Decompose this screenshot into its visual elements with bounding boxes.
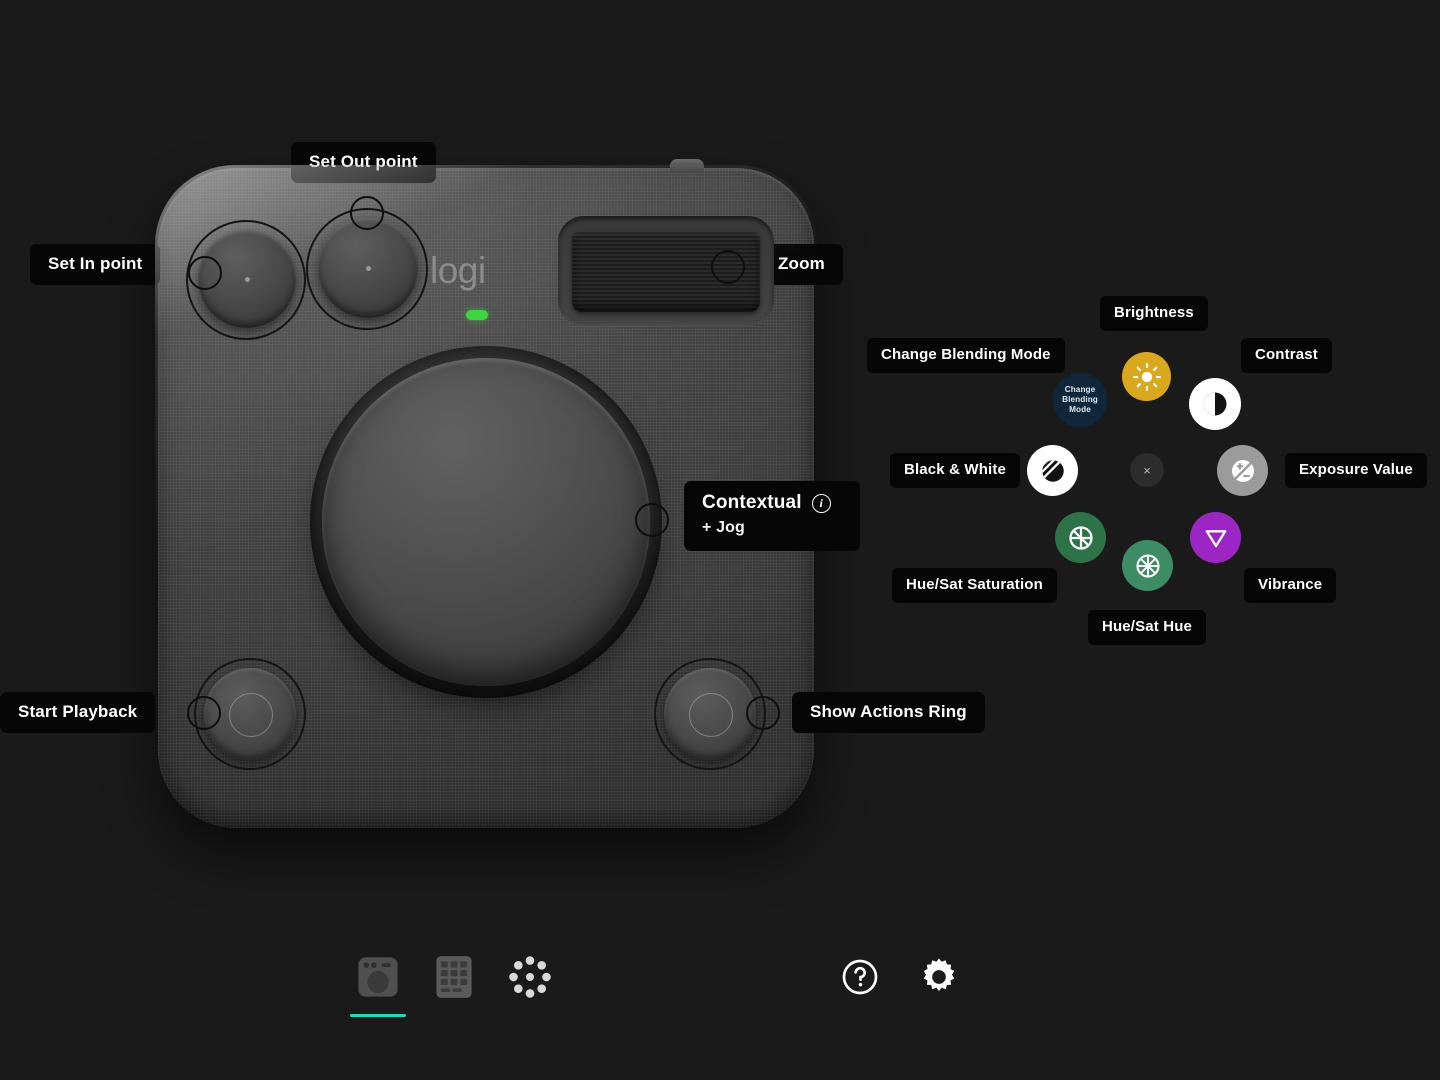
info-icon[interactable]: i <box>811 493 831 513</box>
callout-set-in-point-label: Set In point <box>48 254 143 273</box>
ring-label-brightness[interactable]: Brightness <box>1100 296 1208 331</box>
ring-label-brightness-text: Brightness <box>1114 304 1194 321</box>
hotspot-set-in-point[interactable] <box>188 256 222 290</box>
logi-logo: logi <box>430 250 486 291</box>
ring-label-vibrance[interactable]: Vibrance <box>1244 568 1337 603</box>
ring-label-change-blending-mode[interactable]: Change Blending Mode <box>867 338 1065 373</box>
ring-node-exposure-value[interactable] <box>1217 445 1268 496</box>
ring-label-hue-sat-hue[interactable]: Hue/Sat Hue <box>1088 610 1207 645</box>
callout-set-out-point[interactable]: Set Out point <box>291 142 436 183</box>
close-icon-glyph: × <box>1143 462 1151 478</box>
ring-node-vibrance[interactable] <box>1190 512 1241 563</box>
ring-node-brightness[interactable] <box>1122 352 1171 401</box>
ring-label-hue-sat-saturation[interactable]: Hue/Sat Saturation <box>892 568 1057 603</box>
callout-contextual-row: Contextual i <box>702 491 844 515</box>
ring-label-hue-sat-hue-text: Hue/Sat Hue <box>1102 618 1193 635</box>
bottom-toolbar <box>0 935 1440 1025</box>
actions-ring-close-icon[interactable]: × <box>1130 453 1164 487</box>
callout-set-in-point[interactable]: Set In point <box>30 244 161 285</box>
color-wheel-8-spoke-icon <box>1135 553 1160 578</box>
callout-contextual-sublabel: + Jog <box>702 519 745 537</box>
gear-icon <box>923 958 955 991</box>
black-white-striped-circle-icon <box>1041 459 1064 482</box>
callout-zoom-label: Zoom <box>778 254 825 273</box>
ring-node-hue-sat-saturation[interactable] <box>1055 512 1106 563</box>
triangle-down-icon <box>1205 529 1226 547</box>
hotspot-zoom[interactable] <box>711 250 745 284</box>
dots-ring-icon <box>509 956 551 998</box>
color-wheel-4-spoke-icon <box>1068 525 1093 550</box>
callout-contextual-label: Contextual <box>702 492 802 513</box>
hotspot-start-playback[interactable] <box>187 696 221 730</box>
callout-start-playback[interactable]: Start Playback <box>0 692 156 733</box>
callout-contextual-jog[interactable]: Contextual i + Jog <box>684 481 860 551</box>
ring-node-contrast[interactable] <box>1189 378 1241 430</box>
hotspot-contextual-jog[interactable] <box>635 503 669 537</box>
toolbar-item-device[interactable] <box>350 949 406 1017</box>
toolbar-item-actions-ring[interactable] <box>502 949 558 1005</box>
device-top-nub <box>670 159 704 173</box>
keypad-grid-icon <box>436 956 472 998</box>
toolbar-active-indicator <box>350 1013 406 1017</box>
question-mark-circle-icon <box>842 959 878 995</box>
toolbar-item-settings[interactable] <box>911 949 967 1005</box>
exposure-plus-minus-icon <box>1231 459 1254 482</box>
status-led <box>466 310 488 320</box>
ring-label-hue-sat-saturation-text: Hue/Sat Saturation <box>906 576 1043 593</box>
ring-node-hue-sat-hue[interactable] <box>1122 540 1173 591</box>
callout-set-out-point-label: Set Out point <box>309 152 418 171</box>
ring-label-contrast[interactable]: Contrast <box>1241 338 1332 373</box>
ring-node-change-blending-mode[interactable]: Change Blending Mode <box>1053 373 1107 427</box>
ring-label-vibrance-text: Vibrance <box>1258 576 1323 593</box>
contrast-half-circle-icon <box>1203 392 1227 416</box>
toolbar-item-keypad[interactable] <box>426 949 482 1005</box>
hotspot-show-actions-ring[interactable] <box>746 696 780 730</box>
ring-node-black-and-white[interactable] <box>1027 445 1078 496</box>
toolbar-item-help[interactable] <box>832 949 888 1005</box>
hotspot-set-out-point[interactable] <box>350 196 384 230</box>
callout-start-playback-label: Start Playback <box>18 702 138 721</box>
console-dial-icon <box>358 957 398 997</box>
ring-label-black-and-white-text: Black & White <box>904 461 1006 478</box>
ring-label-black-and-white[interactable]: Black & White <box>890 453 1020 488</box>
ring-label-exposure-value[interactable]: Exposure Value <box>1285 453 1427 488</box>
callout-show-actions-ring-label: Show Actions Ring <box>810 702 967 721</box>
sun-icon <box>1132 362 1161 391</box>
callout-show-actions-ring[interactable]: Show Actions Ring <box>792 692 985 733</box>
ring-label-exposure-value-text: Exposure Value <box>1299 461 1413 478</box>
ring-node-change-blending-mode-text: Change Blending Mode <box>1062 385 1098 414</box>
ring-label-contrast-text: Contrast <box>1255 346 1318 363</box>
app-root: logi Set Out point Set In point Zoom Con… <box>0 0 1440 1080</box>
jog-wheel[interactable] <box>322 358 650 686</box>
ring-label-change-blending-mode-text: Change Blending Mode <box>881 346 1051 363</box>
